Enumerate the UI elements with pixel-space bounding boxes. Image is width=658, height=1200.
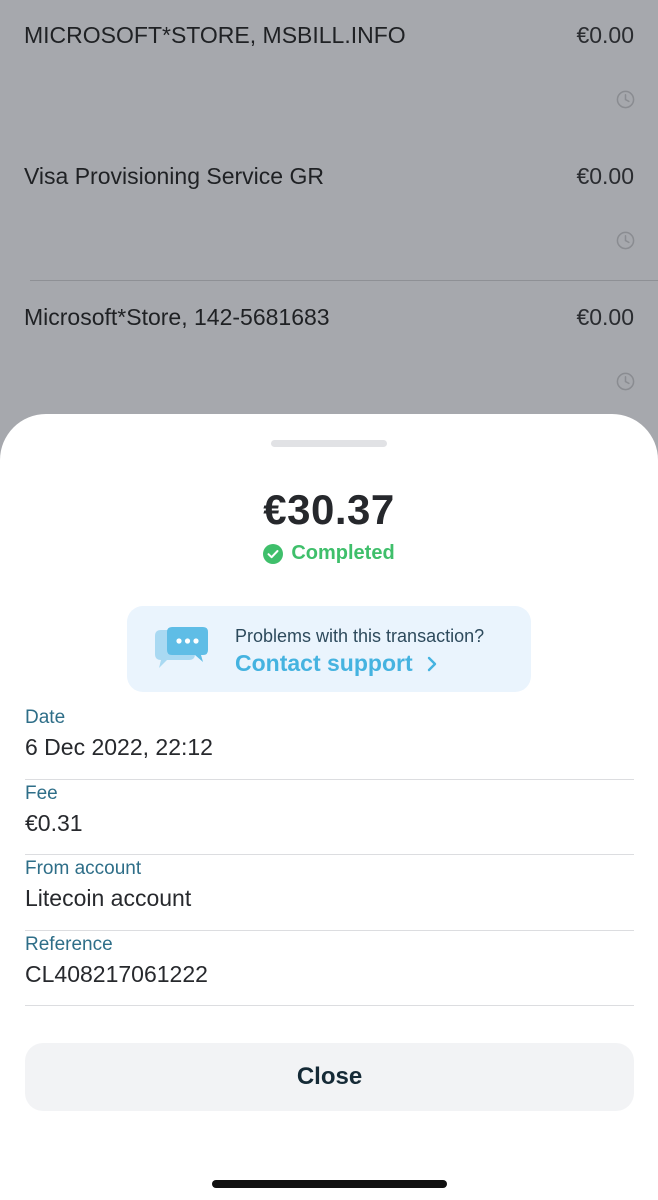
background-transaction-list: MICROSOFT*STORE, MSBILL.INFO €0.00 Visa …: [0, 0, 658, 460]
detail-label: Reference: [25, 933, 113, 955]
detail-label: From account: [25, 858, 142, 879]
transaction-row[interactable]: Visa Provisioning Service GR €0.00: [0, 141, 658, 282]
transaction-name: Visa Provisioning Service GR: [24, 163, 324, 189]
detail-value: Litecoin account: [25, 885, 192, 911]
detail-label: Fee: [25, 782, 58, 804]
transaction-amount: €0.00: [576, 304, 634, 330]
status-row: Completed: [0, 542, 658, 565]
detail-label: Date: [25, 707, 66, 728]
detail-from-account: From account Litecoin account: [25, 855, 634, 931]
detail-value: 6 Dec 2022, 22:12: [25, 734, 213, 760]
transaction-amount-total: €30.37: [263, 486, 395, 533]
divider: [30, 280, 658, 281]
support-question: Problems with this transaction?: [235, 626, 485, 646]
detail-value: €0.31: [25, 809, 83, 836]
clock-icon: [616, 372, 635, 391]
detail-reference: Reference CL408217061222: [25, 931, 634, 1006]
transaction-amount: €0.00: [576, 22, 634, 48]
chat-bubble-icon: [155, 627, 208, 668]
detail-date: Date 6 Dec 2022, 22:12: [25, 704, 634, 780]
status-text: Completed: [291, 542, 395, 564]
transaction-name: Microsoft*Store, 142-5681683: [24, 304, 330, 330]
contact-support-link[interactable]: Contact support: [235, 650, 439, 677]
transaction-row[interactable]: MICROSOFT*STORE, MSBILL.INFO €0.00: [0, 0, 658, 141]
transaction-details: Date 6 Dec 2022, 22:12 Fee €0.31 From ac…: [25, 704, 634, 1006]
transaction-detail-sheet: €30.37 Completed Problems with this tran…: [0, 414, 658, 1200]
chevron-right-icon: [427, 656, 436, 671]
clock-icon: [616, 90, 635, 109]
clock-icon: [616, 231, 635, 250]
detail-fee: Fee €0.31: [25, 780, 634, 855]
check-circle-icon: [263, 543, 284, 564]
transaction-row[interactable]: Microsoft*Store, 142-5681683 €0.00: [0, 282, 658, 423]
detail-value: CL408217061222: [25, 960, 208, 987]
contact-support-card[interactable]: Problems with this transaction? Contact …: [127, 606, 531, 692]
transaction-amount: €0.00: [576, 163, 634, 189]
sheet-grabber[interactable]: [271, 440, 387, 447]
close-button[interactable]: Close: [25, 1043, 634, 1111]
contact-support-label: Contact support: [235, 650, 413, 676]
home-indicator[interactable]: [212, 1180, 447, 1188]
transaction-name: MICROSOFT*STORE, MSBILL.INFO: [24, 22, 406, 48]
